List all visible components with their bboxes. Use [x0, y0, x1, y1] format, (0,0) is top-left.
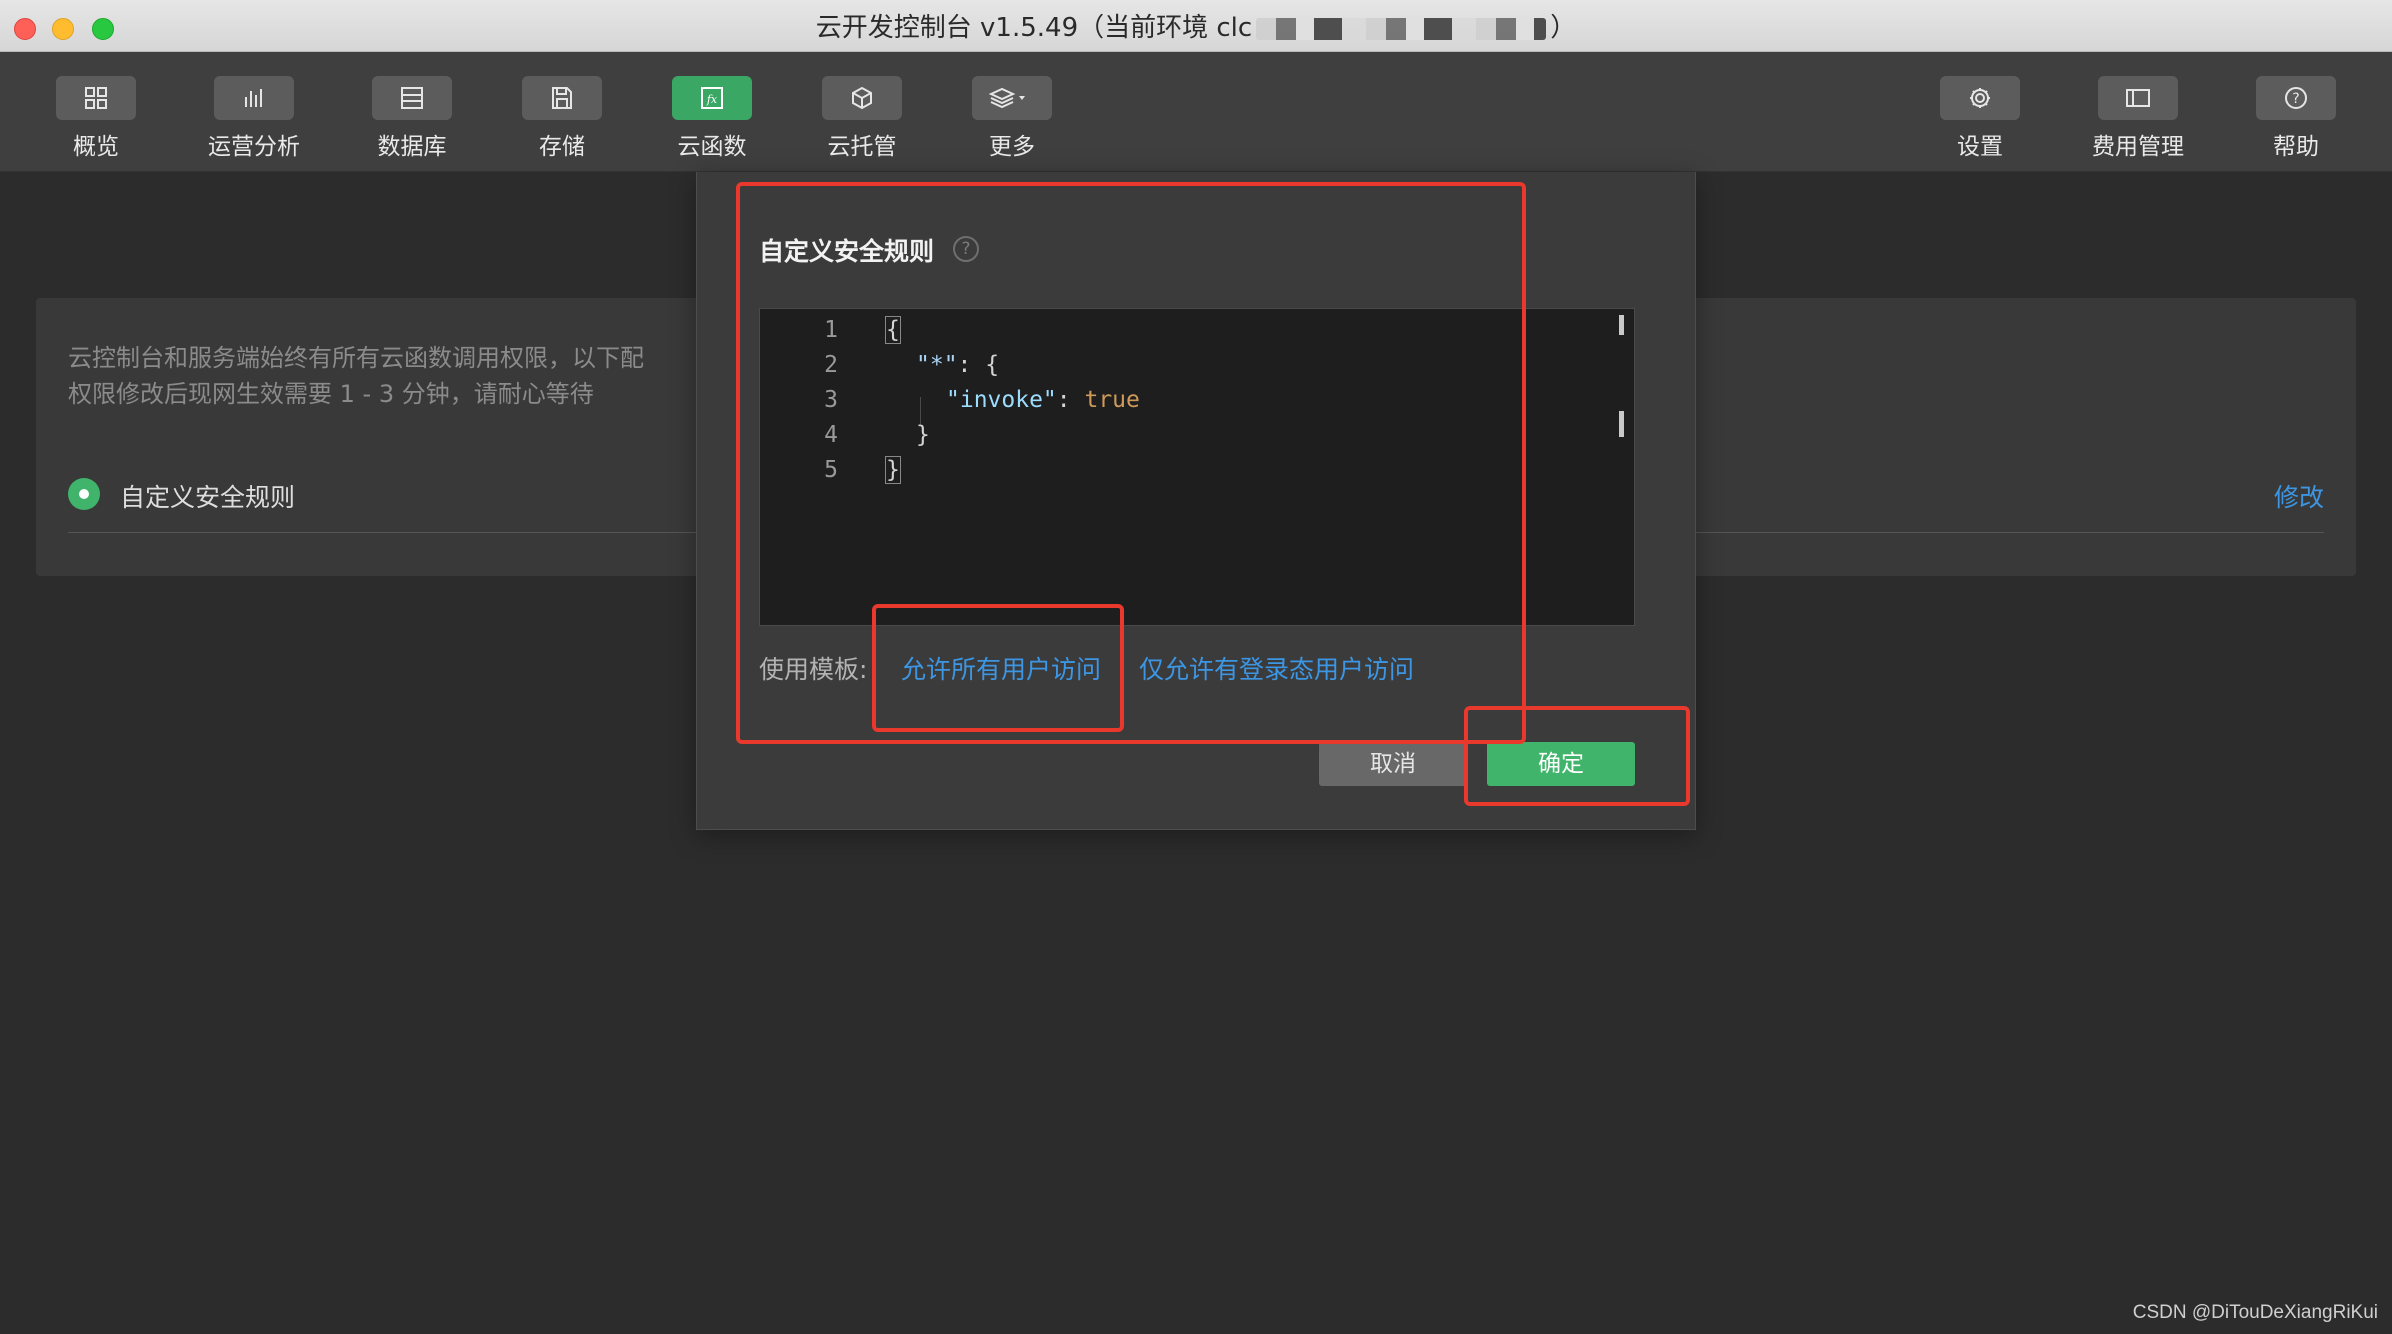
gear-icon — [1940, 76, 2020, 120]
bar-chart-icon — [214, 76, 294, 120]
line-number: 4 — [824, 422, 838, 448]
toolbar-cloud-hosting[interactable]: 云托管 — [792, 76, 932, 161]
billing-icon — [2098, 76, 2178, 120]
help-circle-icon: ? — [2256, 76, 2336, 120]
dialog-title: 自定义安全规则 — [759, 237, 935, 266]
grid-icon — [56, 76, 136, 120]
code-line-3: "invoke": true — [946, 387, 1140, 413]
toolbar-overview[interactable]: 概览 — [26, 76, 166, 161]
toolbar-analytics-label: 运营分析 — [208, 134, 300, 160]
code-line-5: } — [885, 456, 901, 484]
toolbar-overview-label: 概览 — [73, 134, 119, 160]
toolbar-settings[interactable]: 设置 — [1910, 76, 2050, 161]
code-line-1: { — [885, 316, 901, 344]
cube-icon — [822, 76, 902, 120]
scroll-marker — [1619, 411, 1624, 437]
toolbar-storage-label: 存储 — [539, 134, 585, 160]
toolbar-more-label: 更多 — [989, 134, 1035, 160]
line-number: 2 — [824, 352, 838, 378]
toolbar-cloud-hosting-label: 云托管 — [827, 134, 897, 160]
toolbar-storage[interactable]: 存储 — [492, 76, 632, 161]
function-icon: fx — [672, 76, 752, 120]
code-line-2: "*": { — [916, 352, 999, 378]
layers-icon — [972, 76, 1052, 120]
code-punct: : { — [957, 352, 1000, 378]
open-brace: { — [885, 316, 901, 344]
template-label: 使用模板: — [759, 655, 868, 684]
window-title-prefix: 云开发控制台 v1.5.49（当前环境 clc — [815, 13, 1253, 43]
indent-guide — [920, 397, 921, 425]
toolbar-database-label: 数据库 — [377, 134, 447, 160]
line-number: 5 — [824, 457, 838, 483]
scroll-marker — [1619, 315, 1624, 335]
template-login-only-link[interactable]: 仅允许有登录态用户访问 — [1139, 650, 1414, 686]
question-icon[interactable]: ? — [953, 236, 979, 262]
toolbar-analytics[interactable]: 运营分析 — [184, 76, 324, 161]
rule-code-editor[interactable]: 1 2 3 4 5 { "*": { "invoke": true } } — [759, 308, 1635, 626]
template-allow-all-link[interactable]: 允许所有用户访问 — [901, 650, 1101, 686]
line-number: 3 — [824, 387, 838, 413]
cancel-button[interactable]: 取消 — [1319, 742, 1467, 786]
toolbar-more[interactable]: 更多 — [942, 76, 1082, 161]
toolbar-help[interactable]: ? 帮助 — [2226, 76, 2366, 161]
toolbar-settings-label: 设置 — [1957, 134, 2003, 160]
window-title: 云开发控制台 v1.5.49（当前环境 clc ） — [0, 0, 2392, 52]
window-title-suffix: ） — [1550, 13, 1577, 43]
permission-description-line2: 权限修改后现网生效需要 1 - 3 分钟，请耐心等待 — [68, 380, 594, 408]
line-number: 1 — [824, 317, 838, 343]
edit-rule-link[interactable]: 修改 — [2274, 478, 2324, 514]
toolbar-billing[interactable]: 费用管理 — [2068, 76, 2208, 161]
toolbar-cloud-function[interactable]: fx 云函数 — [642, 76, 782, 161]
editor-gutter: 1 2 3 4 5 — [760, 309, 860, 625]
custom-rule-radio[interactable] — [68, 478, 100, 510]
close-brace: } — [885, 456, 901, 484]
database-icon — [372, 76, 452, 120]
window-titlebar: 云开发控制台 v1.5.49（当前环境 clc ） — [0, 0, 2392, 52]
close-inner-brace: } — [916, 422, 930, 448]
permission-description-line1: 云控制台和服务端始终有所有云函数调用权限，以下配 — [68, 344, 644, 372]
code-punct: : — [1056, 387, 1085, 413]
wildcard-key: "*" — [916, 352, 958, 378]
svg-text:fx: fx — [706, 93, 718, 106]
toolbar-cloud-function-label: 云函数 — [677, 134, 747, 160]
svg-text:?: ? — [2292, 91, 2299, 107]
invoke-value: true — [1084, 387, 1140, 413]
invoke-key: "invoke" — [946, 387, 1057, 413]
custom-rule-label: 自定义安全规则 — [120, 483, 296, 512]
security-rule-dialog: 自定义安全规则 ? 1 2 3 4 5 { "*": { "invoke": t… — [696, 172, 1696, 830]
watermark: CSDN @DiTouDeXiangRiKui — [2132, 1302, 2378, 1323]
toolbar-help-label: 帮助 — [2273, 134, 2319, 160]
main-toolbar: 概览 运营分析 数据库 存储 fx 云函数 云托管 更多 设置 费用管理 ? 帮… — [0, 52, 2392, 172]
redacted-env-id — [1256, 17, 1547, 40]
code-line-4: } — [916, 422, 930, 448]
editor-scrollbar[interactable] — [1619, 313, 1630, 613]
permission-description: 云控制台和服务端始终有所有云函数调用权限，以下配 权限修改后现网生效需要 1 -… — [68, 340, 708, 412]
toolbar-billing-label: 费用管理 — [2092, 134, 2184, 160]
confirm-button[interactable]: 确定 — [1487, 742, 1635, 786]
toolbar-database[interactable]: 数据库 — [342, 76, 482, 161]
save-icon — [522, 76, 602, 120]
